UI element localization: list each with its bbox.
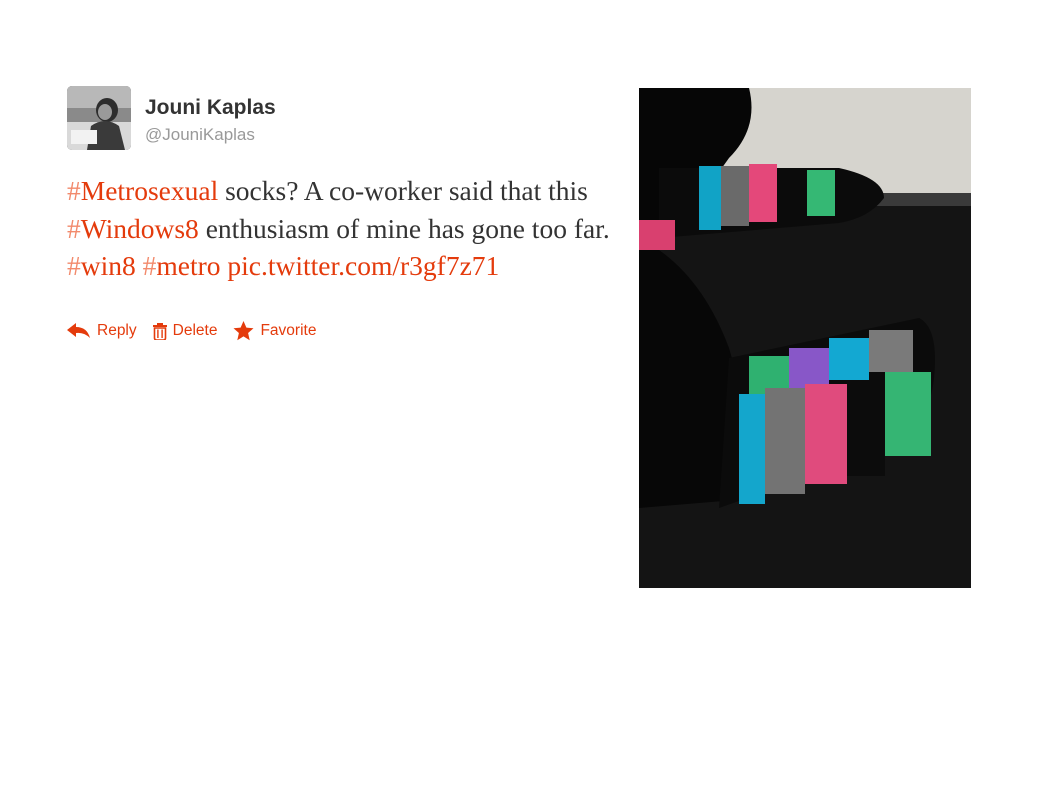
delete-label: Delete — [172, 322, 218, 339]
hashtag-metro[interactable]: #metro — [143, 250, 221, 281]
favorite-button[interactable]: Favorite — [233, 321, 316, 341]
tweet-text-part: enthusiasm of mine has gone too far. — [198, 212, 610, 244]
socks-photo-image — [639, 88, 971, 588]
reply-label: Reply — [97, 322, 137, 339]
author-name[interactable]: Jouni Kaplas — [145, 96, 276, 120]
tweet-photo[interactable] — [639, 88, 971, 588]
hashtag-win8[interactable]: #win8 — [67, 250, 136, 281]
tweet-actions: Reply Delete Favorite — [67, 321, 332, 341]
reply-button[interactable]: Reply — [67, 322, 137, 340]
favorite-label: Favorite — [260, 322, 317, 339]
avatar[interactable] — [67, 86, 131, 150]
trash-icon — [152, 322, 167, 340]
star-icon — [233, 321, 254, 341]
author-handle[interactable]: @JouniKaplas — [145, 125, 255, 145]
delete-button[interactable]: Delete — [152, 322, 218, 340]
tweet-text: #Metrosexual socks? A co-worker said tha… — [67, 172, 637, 285]
hashtag-metrosexual[interactable]: #Metrosexual — [67, 175, 218, 206]
reply-icon — [67, 323, 90, 338]
hashtag-windows8[interactable]: #Windows8 — [67, 213, 199, 244]
tweet-text-part: socks? A co-worker said that this — [218, 175, 588, 206]
photo-link[interactable]: pic.twitter.com/r3gf7z71 — [227, 250, 499, 281]
